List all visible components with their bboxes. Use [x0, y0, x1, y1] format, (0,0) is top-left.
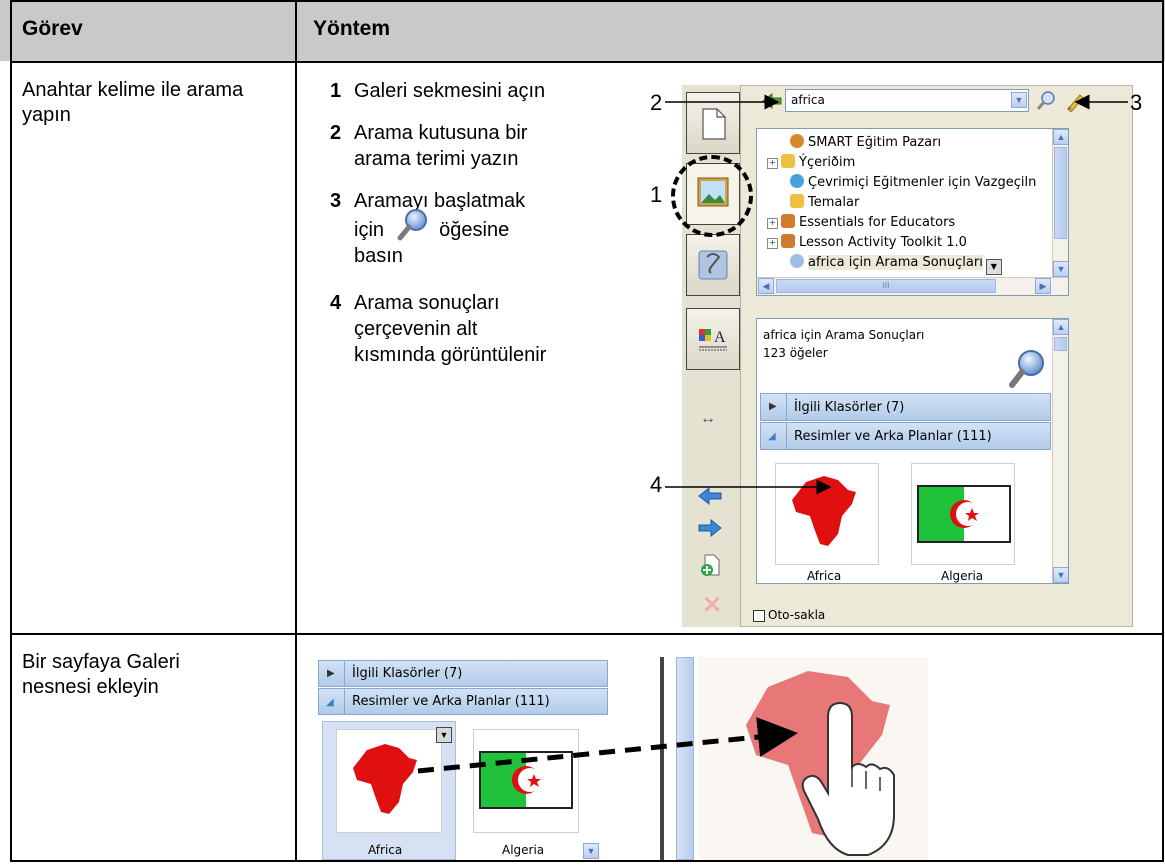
row2-task: Bir sayfaya Galeri nesnesi ekleyin	[22, 651, 180, 698]
drag-illustration: ▶ İlgili Klasörler (7) ◢ Resimler ve Ark…	[318, 657, 928, 860]
drag-arrow	[417, 717, 798, 774]
